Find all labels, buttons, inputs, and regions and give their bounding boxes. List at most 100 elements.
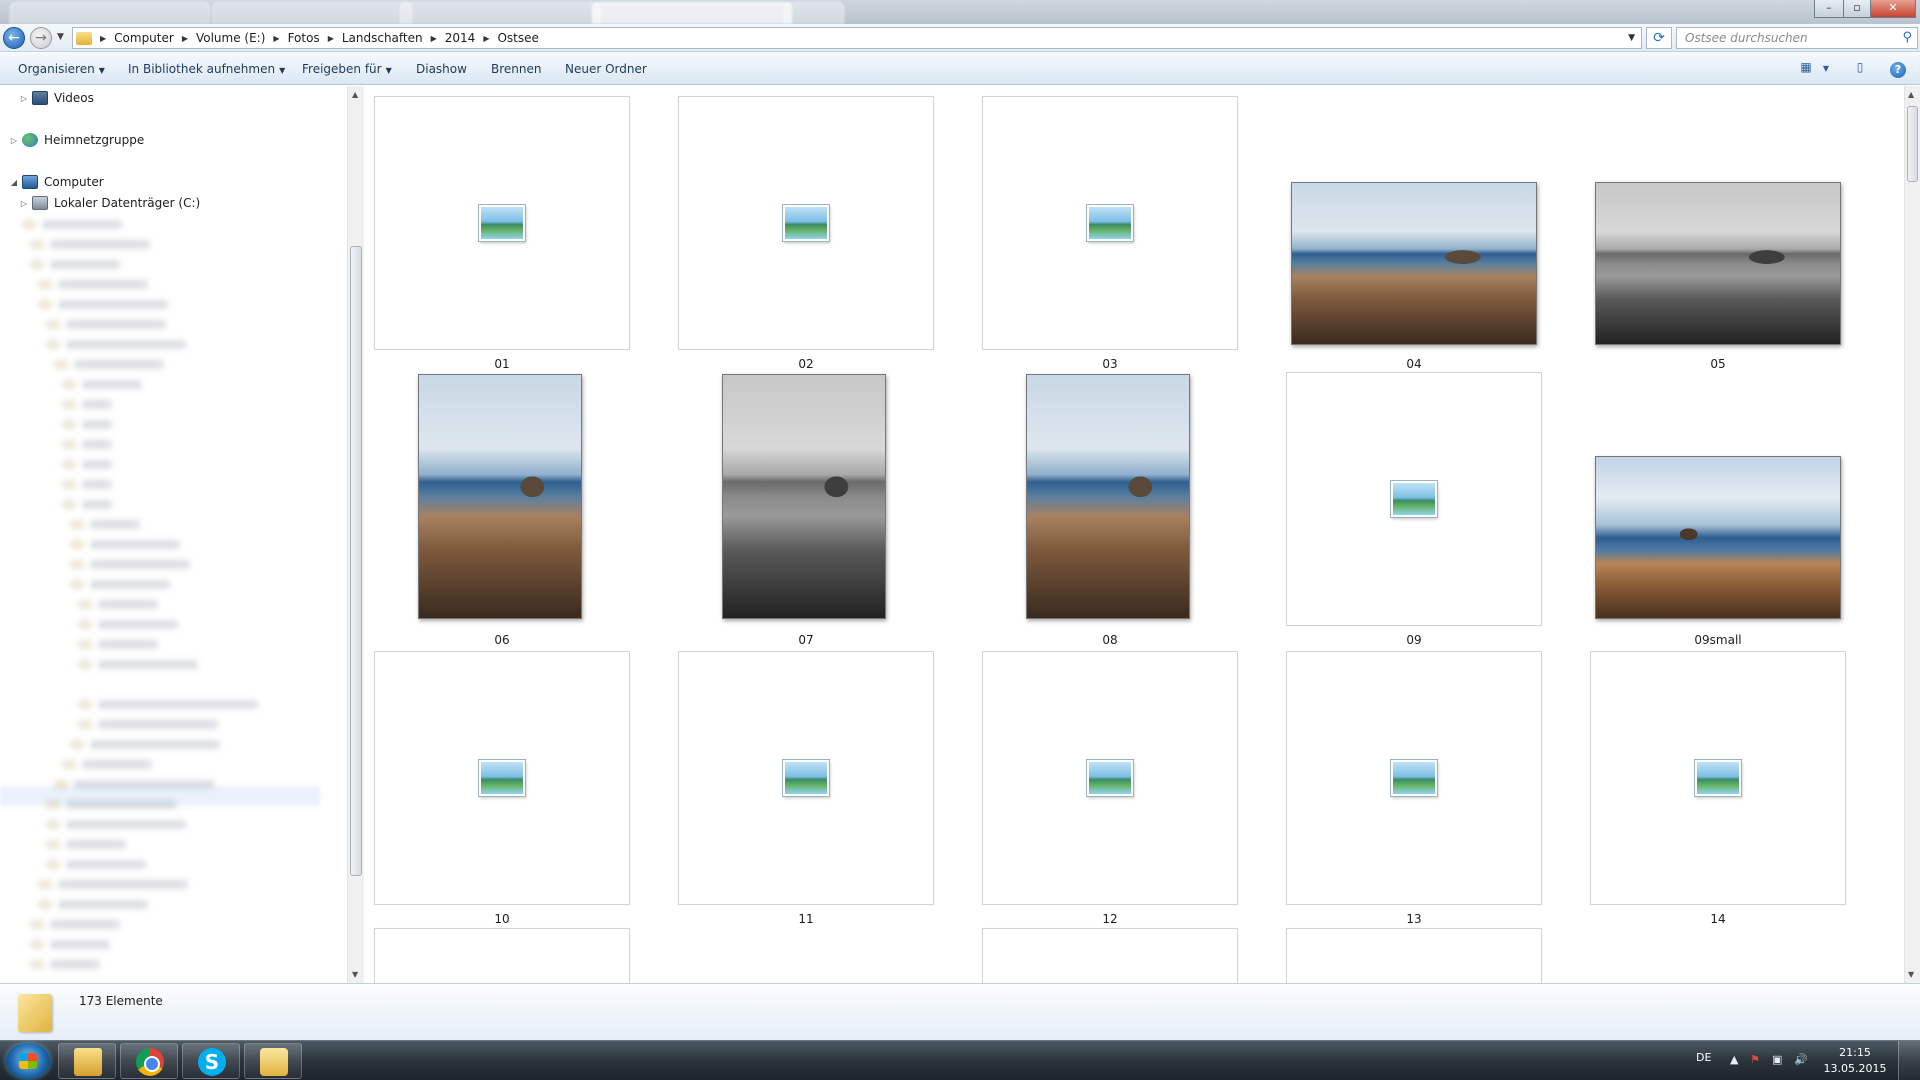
file-item[interactable]: 11 <box>676 651 968 926</box>
scroll-up-icon[interactable]: ▲ <box>1908 90 1914 99</box>
file-item[interactable]: 03 <box>980 96 1272 371</box>
file-item[interactable]: 09small <box>1588 374 1880 647</box>
breadcrumb[interactable]: ▶ Computer ▶ Volume (E:) ▶ Fotos ▶ Landschaf… <box>72 27 1642 49</box>
expand-icon[interactable]: ▷ <box>18 199 30 208</box>
file-item[interactable]: 01 <box>372 96 664 371</box>
search-icon[interactable]: ⚲ <box>1902 30 1912 45</box>
collapse-icon[interactable]: ◢ <box>8 178 20 187</box>
tree-item-videos[interactable]: ▷ Videos <box>18 88 94 108</box>
address-bar: ← → ▼ ▶ Computer ▶ Volume (E:) ▶ Fotos ▶ Lan… <box>0 24 1920 52</box>
file-item[interactable]: 02 <box>676 96 968 371</box>
nav-scroll-thumb[interactable] <box>350 246 362 876</box>
action-center-flag-icon[interactable]: ⚑ <box>1750 1053 1760 1066</box>
image-file-icon <box>479 760 525 796</box>
breadcrumb-volume-e[interactable]: Volume (E:) <box>196 31 265 45</box>
file-item[interactable]: 12 <box>980 651 1272 926</box>
photo-thumbnail <box>1026 374 1190 619</box>
recent-pages-dropdown[interactable]: ▼ <box>57 32 64 42</box>
chevron-right-icon[interactable]: ▶ <box>483 34 489 43</box>
file-name: 03 <box>1102 357 1118 371</box>
start-button[interactable] <box>6 1043 50 1079</box>
chevron-right-icon[interactable]: ▶ <box>182 34 188 43</box>
refresh-button[interactable]: ⟳ <box>1646 27 1672 49</box>
chevron-down-icon: ▼ <box>98 66 105 75</box>
chevron-right-icon[interactable]: ▶ <box>328 34 334 43</box>
file-name: 10 <box>494 912 510 926</box>
taskbar-explorer-button[interactable] <box>58 1043 116 1079</box>
file-name: 14 <box>1710 912 1726 926</box>
file-item[interactable]: 04 <box>1284 96 1576 371</box>
chevron-down-icon[interactable]: ▼ <box>1628 33 1635 43</box>
thumbnail-frame <box>374 96 630 350</box>
thumbnail-frame[interactable] <box>982 928 1238 983</box>
thumbnail-frame <box>374 651 630 905</box>
explorer-icon <box>74 1048 102 1076</box>
tree-item-homegroup[interactable]: ▷ Heimnetzgruppe <box>8 130 144 150</box>
nav-scrollbar[interactable]: ▲ ▼ <box>347 86 364 983</box>
taskbar-chrome-button[interactable] <box>120 1043 178 1079</box>
network-icon[interactable]: ▣ <box>1772 1053 1782 1066</box>
content-scroll-thumb[interactable] <box>1907 106 1918 182</box>
file-item[interactable]: 13 <box>1284 651 1576 926</box>
file-item[interactable]: 09 <box>1284 372 1576 647</box>
show-hidden-icons-icon[interactable]: ▲ <box>1730 1053 1738 1066</box>
language-indicator[interactable]: DE <box>1696 1051 1711 1064</box>
close-button[interactable]: ✕ <box>1870 0 1916 18</box>
search-input[interactable] <box>1677 28 1887 48</box>
tree-item-local-disk[interactable]: ▷ Lokaler Datenträger (C:) <box>18 193 200 213</box>
breadcrumb-landschaften[interactable]: Landschaften <box>342 31 423 45</box>
expand-icon[interactable]: ▷ <box>8 136 20 145</box>
taskbar: S DE ▲ ⚑ ▣ 🔊 21:15 13.05.2015 <box>0 1040 1920 1080</box>
taskbar-folder-button[interactable] <box>244 1043 302 1079</box>
file-item[interactable]: 07 <box>676 374 968 647</box>
image-file-icon <box>783 205 829 241</box>
thumbnail-frame[interactable] <box>374 928 630 983</box>
slideshow-button[interactable]: Diashow <box>416 62 467 76</box>
help-icon[interactable]: ? <box>1890 62 1906 78</box>
photo-thumbnail <box>1595 182 1841 345</box>
scroll-down-icon[interactable]: ▼ <box>1908 970 1914 979</box>
folder-icon <box>260 1048 288 1076</box>
organize-button[interactable]: Organisieren ▼ <box>18 62 105 76</box>
taskbar-skype-button[interactable]: S <box>182 1043 240 1079</box>
file-item[interactable]: 06 <box>372 374 664 647</box>
tree-item-label: Videos <box>54 91 94 105</box>
show-desktop-button[interactable] <box>1898 1041 1920 1080</box>
burn-button[interactable]: Brennen <box>491 62 541 76</box>
file-item[interactable]: 14 <box>1588 651 1880 926</box>
maximize-button[interactable]: ▫ <box>1843 0 1871 18</box>
thumbnail-frame <box>1286 372 1542 626</box>
add-to-library-button[interactable]: In Bibliothek aufnehmen ▼ <box>128 62 285 76</box>
file-item[interactable]: 10 <box>372 651 664 926</box>
new-folder-button[interactable]: Neuer Ordner <box>565 62 647 76</box>
breadcrumb-ostsee[interactable]: Ostsee <box>497 31 538 45</box>
chevron-down-icon: ▼ <box>279 66 286 75</box>
preview-pane-icon[interactable]: ▯ <box>1850 60 1870 78</box>
breadcrumb-fotos[interactable]: Fotos <box>288 31 320 45</box>
tree-item-computer[interactable]: ◢ Computer <box>8 172 104 192</box>
scroll-down-icon[interactable]: ▼ <box>352 970 358 979</box>
forward-button[interactable]: → <box>30 27 52 49</box>
thumbnail-frame[interactable] <box>1286 928 1542 983</box>
file-item[interactable]: 08 <box>980 374 1272 647</box>
chevron-right-icon[interactable]: ▶ <box>100 34 106 43</box>
photo-thumbnail <box>1291 182 1537 345</box>
chevron-right-icon[interactable]: ▶ <box>273 34 279 43</box>
clock[interactable]: 21:15 13.05.2015 <box>1820 1045 1890 1077</box>
volume-icon[interactable]: 🔊 <box>1794 1053 1808 1066</box>
chevron-down-icon[interactable]: ▼ <box>1816 64 1836 82</box>
scroll-up-icon[interactable]: ▲ <box>352 90 358 99</box>
file-item[interactable]: 05 <box>1588 96 1880 371</box>
tree-item-label: Lokaler Datenträger (C:) <box>54 196 201 210</box>
browser-tab <box>784 2 844 24</box>
share-with-button[interactable]: Freigeben für ▼ <box>302 62 392 76</box>
breadcrumb-2014[interactable]: 2014 <box>445 31 476 45</box>
breadcrumb-computer[interactable]: Computer <box>114 31 174 45</box>
chevron-right-icon[interactable]: ▶ <box>431 34 437 43</box>
back-button[interactable]: ← <box>3 27 25 49</box>
expand-icon[interactable]: ▷ <box>18 94 30 103</box>
minimize-button[interactable]: – <box>1814 0 1844 18</box>
content-scrollbar[interactable]: ▲ ▼ <box>1904 86 1920 983</box>
file-name: 11 <box>798 912 814 926</box>
change-view-icon[interactable]: ▦ <box>1796 60 1816 78</box>
